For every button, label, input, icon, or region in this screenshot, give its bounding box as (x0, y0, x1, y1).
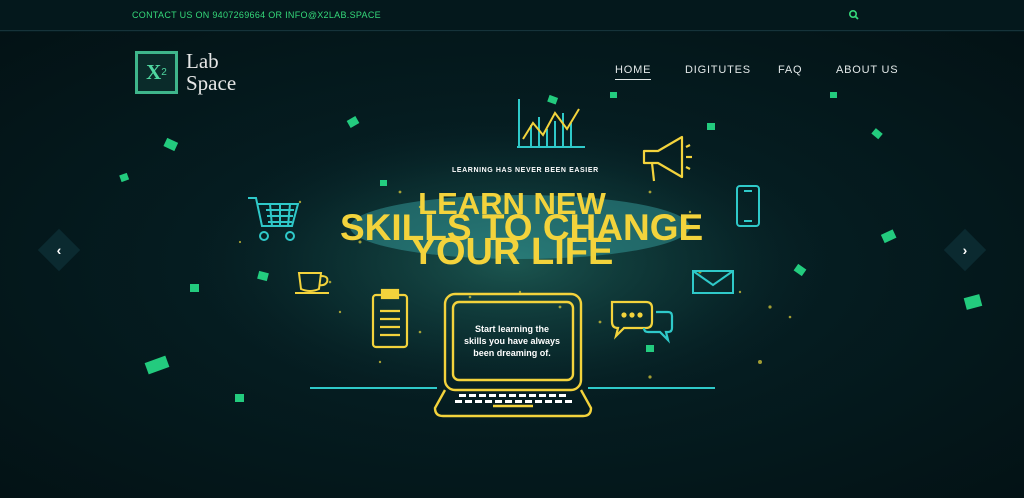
coffee-cup-icon (295, 272, 329, 294)
bar-chart-icon (517, 99, 585, 148)
nav-home[interactable]: HOME (615, 64, 652, 80)
megaphone-icon (642, 135, 692, 182)
logo-mark: X2 (135, 51, 178, 94)
logo-text: Lab Space (186, 50, 236, 94)
laptop-text-line1: Start learning the (474, 324, 549, 334)
nav-about-us[interactable]: ABOUT US (836, 64, 898, 80)
hero-tagline: LEARNING HAS NEVER BEEN EASIER (452, 167, 599, 174)
clipboard-icon (371, 288, 409, 349)
chevron-left-icon[interactable]: ‹ (44, 235, 74, 265)
hero-headline-line3: YOUR LIFE (410, 231, 614, 273)
chat-bubbles-icon (610, 300, 674, 344)
site-logo[interactable]: X2 Lab Space (135, 50, 255, 95)
search-icon[interactable] (848, 9, 860, 21)
nav-digitutes[interactable]: DIGITUTES (685, 64, 751, 80)
laptop-text-line3: been dreaming of. (473, 348, 551, 358)
top-bar: CONTACT US ON 9407269664 OR INFO@X2LAB.S… (0, 0, 1024, 31)
logo-text-line1: Lab (186, 49, 219, 73)
logo-text-line2: Space (186, 71, 237, 95)
laptop-screen-text: Start learning the skills you have alway… (458, 323, 566, 359)
chevron-right-icon[interactable]: › (950, 235, 980, 265)
nav-faq[interactable]: FAQ (778, 64, 802, 80)
contact-info: CONTACT US ON 9407269664 OR INFO@X2LAB.S… (132, 10, 381, 20)
laptop-text-line2: skills you have always (463, 336, 561, 346)
logo-mark-letter: X (146, 60, 162, 84)
envelope-icon (692, 270, 734, 294)
smartphone-icon (736, 185, 760, 227)
shopping-cart-icon (248, 197, 300, 241)
logo-mark-subscript: 2 (161, 67, 167, 78)
